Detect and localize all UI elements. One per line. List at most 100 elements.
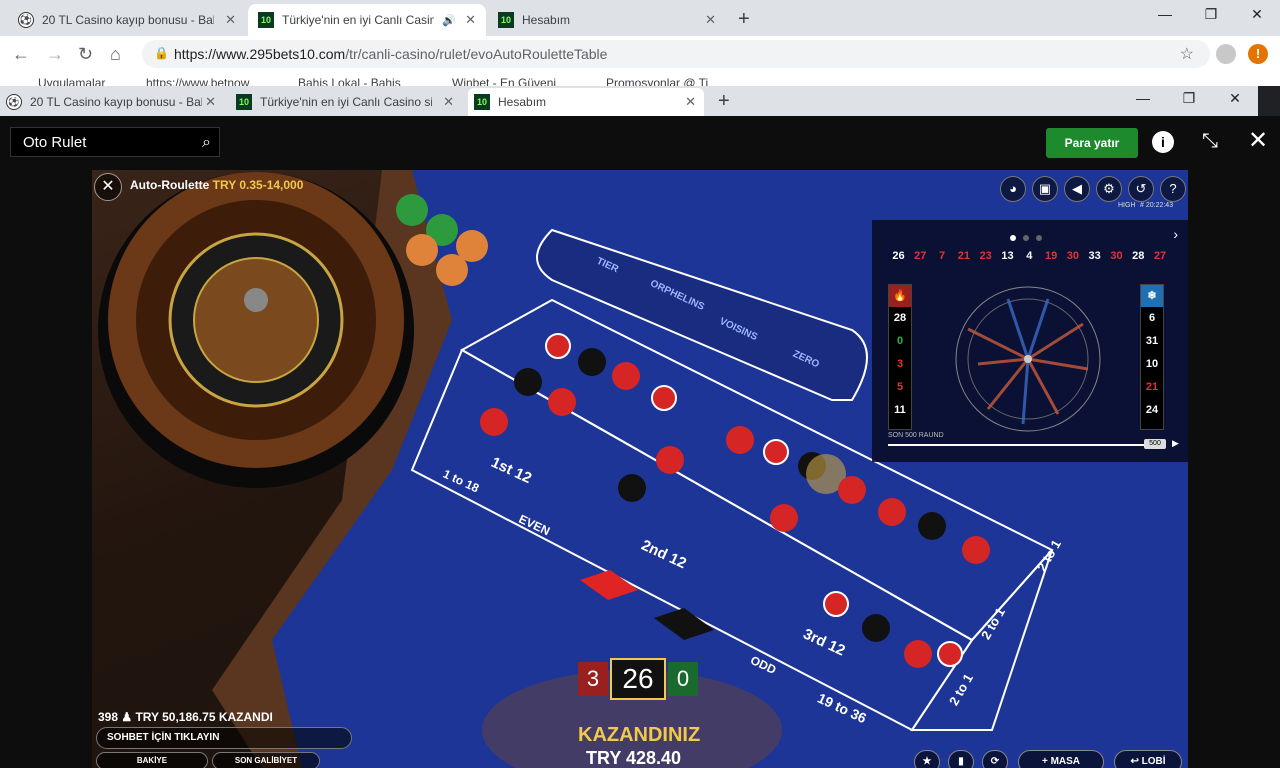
deposit-button[interactable]: Para yatır bbox=[1046, 128, 1138, 158]
ten-logo-icon: 10 bbox=[258, 12, 274, 28]
forward-icon[interactable]: → bbox=[46, 44, 64, 65]
number-1 bbox=[480, 408, 508, 436]
number-9 bbox=[612, 362, 640, 390]
close-icon[interactable]: ✕ bbox=[465, 12, 476, 28]
hot-number: 28 bbox=[893, 312, 907, 324]
number-2 bbox=[514, 368, 542, 396]
number-6 bbox=[578, 348, 606, 376]
number-30 bbox=[878, 498, 906, 526]
new-tab-button[interactable]: + bbox=[718, 90, 730, 113]
plus-icon: + bbox=[1041, 756, 1051, 767]
close-icon[interactable]: ✕ bbox=[225, 12, 236, 28]
close-icon[interactable]: ✕ bbox=[443, 94, 454, 110]
restore-button[interactable]: ❐ bbox=[1188, 6, 1234, 23]
recent-result-number: 26 bbox=[892, 250, 905, 262]
lock-icon: 🔒 bbox=[154, 46, 169, 60]
bookmark-winbet[interactable]: Winbet - En Güveni bbox=[452, 76, 556, 86]
close-window-button[interactable]: ✕ bbox=[1234, 6, 1280, 23]
outer-tab-live-casino[interactable]: 10 Türkiye'nin en iyi Canlı Casino 🔊 ✕ bbox=[248, 4, 486, 36]
winners-summary: 398 ♟ TRY 50,186.75 KAZANDI bbox=[98, 710, 273, 724]
inner-tab-live-casino[interactable]: 10 Türkiye'nin en iyi Canlı Casino sit ✕ bbox=[230, 88, 462, 116]
rounds-slider[interactable] bbox=[888, 444, 1150, 446]
game-search-input[interactable]: Oto Rulet ⌕ bbox=[10, 127, 220, 157]
lobby-button[interactable]: ↩ LOBİ bbox=[1114, 750, 1182, 768]
outer-tab-hesabim[interactable]: 10 Hesabım ✕ bbox=[488, 4, 726, 36]
winning-number: 26 bbox=[610, 658, 666, 700]
home-icon[interactable]: ⌂ bbox=[110, 44, 121, 65]
minimize-button[interactable]: — bbox=[1120, 90, 1166, 106]
chat-icon[interactable]: ◕ bbox=[1000, 176, 1026, 202]
close-icon[interactable]: ✕ bbox=[685, 94, 696, 110]
url-text[interactable]: https://www.295bets10.com/tr/canli-casin… bbox=[174, 46, 607, 62]
wheel-cone bbox=[193, 257, 319, 383]
bookmark-promosyonlar[interactable]: Promosyonlar @ Ti bbox=[606, 76, 708, 86]
quality-label: HIGH bbox=[1118, 202, 1136, 209]
roulette-game-view[interactable]: ✕ Auto-Roulette TRY 0.35-14,000 ◕ ▣ ◀ ⚙ … bbox=[92, 170, 1188, 768]
table-button[interactable]: + MASA bbox=[1018, 750, 1104, 768]
racetrack-wheel-stats bbox=[955, 286, 1101, 432]
number-14 bbox=[656, 446, 684, 474]
favorite-star-icon[interactable]: ★ bbox=[914, 750, 940, 768]
restore-button[interactable]: ❐ bbox=[1166, 90, 1212, 107]
inner-tab-hesabim[interactable]: 10 Hesabım ✕ bbox=[468, 88, 704, 116]
result-display: 3 26 0 bbox=[578, 658, 698, 700]
fullscreen-icon[interactable]: ⤡ bbox=[1202, 130, 1218, 153]
bookmark-betnow[interactable]: https://www.betnow bbox=[146, 76, 249, 86]
bookmark-apps[interactable]: Uygulamalar bbox=[38, 76, 105, 86]
cold-number: 31 bbox=[1145, 335, 1159, 347]
chip-stack bbox=[396, 194, 428, 226]
tab-title: Türkiye'nin en iyi Canlı Casino bbox=[282, 13, 434, 27]
sound-icon[interactable]: ◀ bbox=[1064, 176, 1090, 202]
chip-stack bbox=[406, 234, 438, 266]
speaker-icon[interactable]: 🔊 bbox=[442, 14, 456, 27]
help-icon[interactable]: ? bbox=[1160, 176, 1186, 202]
chevron-right-icon[interactable]: › bbox=[1173, 226, 1178, 242]
close-game-button[interactable]: ✕ bbox=[94, 173, 122, 201]
info-icon[interactable]: i bbox=[1152, 131, 1174, 153]
close-icon[interactable]: ✕ bbox=[1248, 126, 1268, 155]
tab-title: Hesabım bbox=[498, 95, 547, 109]
tab-title: 20 TL Casino kayıp bonusu - Bahis bbox=[30, 95, 202, 109]
number-23 bbox=[770, 504, 798, 532]
video-icon[interactable]: ▣ bbox=[1032, 176, 1058, 202]
next-number: 0 bbox=[668, 662, 698, 696]
close-icon[interactable]: ✕ bbox=[705, 12, 716, 28]
hot-number: 5 bbox=[896, 381, 904, 393]
browser-toolbar: ← → ↻ ⌂ 🔒 https://www.295bets10.com/tr/c… bbox=[0, 36, 1280, 72]
game-title: Auto-Roulette TRY 0.35-14,000 bbox=[130, 178, 304, 192]
wheel-turret bbox=[244, 288, 268, 312]
close-window-button[interactable]: ✕ bbox=[1212, 90, 1258, 107]
bookmark-star-icon[interactable]: ☆ bbox=[1180, 44, 1194, 64]
rounds-value: 500 bbox=[1144, 439, 1166, 449]
back-icon[interactable]: ← bbox=[12, 44, 30, 65]
close-icon[interactable]: ✕ bbox=[205, 94, 216, 110]
chat-input[interactable]: SOHBET İÇİN TIKLAYIN bbox=[96, 727, 352, 749]
settings-icon[interactable]: ⚙ bbox=[1096, 176, 1122, 202]
tab-title: Hesabım bbox=[522, 13, 571, 27]
number-36 bbox=[962, 536, 990, 564]
minimize-button[interactable]: — bbox=[1142, 6, 1188, 22]
hot-numbers: 🔥 28 0 3 5 11 bbox=[888, 284, 912, 430]
repeat-icon[interactable]: ⟳ bbox=[982, 750, 1008, 768]
pagination-dots[interactable] bbox=[1010, 228, 1049, 246]
search-value: Oto Rulet bbox=[23, 134, 87, 151]
search-icon[interactable]: ⌕ bbox=[202, 134, 211, 152]
stats-icon[interactable]: ▮ bbox=[948, 750, 974, 768]
reload-icon[interactable]: ↻ bbox=[78, 44, 93, 65]
profile-avatar[interactable] bbox=[1216, 44, 1236, 64]
hot-number: 11 bbox=[894, 404, 906, 416]
update-alert-icon[interactable]: ! bbox=[1248, 44, 1268, 64]
lobby-icon: ↩ bbox=[1130, 756, 1142, 767]
history-icon[interactable]: ↺ bbox=[1128, 176, 1154, 202]
play-icon[interactable]: ▶ bbox=[1172, 438, 1179, 449]
bookmark-bahis-lokal[interactable]: Bahis Lokal - Bahis bbox=[298, 76, 401, 86]
outer-tab-strip: ⚽ 20 TL Casino kayıp bonusu - Bahis ✕ 10… bbox=[0, 0, 1280, 36]
number-21 bbox=[838, 476, 866, 504]
outer-tab-casino-bonus[interactable]: ⚽ 20 TL Casino kayıp bonusu - Bahis ✕ bbox=[8, 4, 246, 36]
new-tab-button[interactable]: + bbox=[738, 8, 750, 31]
tab-title: Türkiye'nin en iyi Canlı Casino sit bbox=[260, 95, 432, 109]
previous-number: 3 bbox=[578, 662, 608, 696]
address-bar[interactable]: 🔒 https://www.295bets10.com/tr/canli-cas… bbox=[142, 40, 1210, 68]
inner-tab-strip: ⚽ 20 TL Casino kayıp bonusu - Bahis ✕ 10… bbox=[0, 86, 1258, 116]
inner-tab-casino-bonus[interactable]: ⚽ 20 TL Casino kayıp bonusu - Bahis ✕ bbox=[0, 88, 224, 116]
